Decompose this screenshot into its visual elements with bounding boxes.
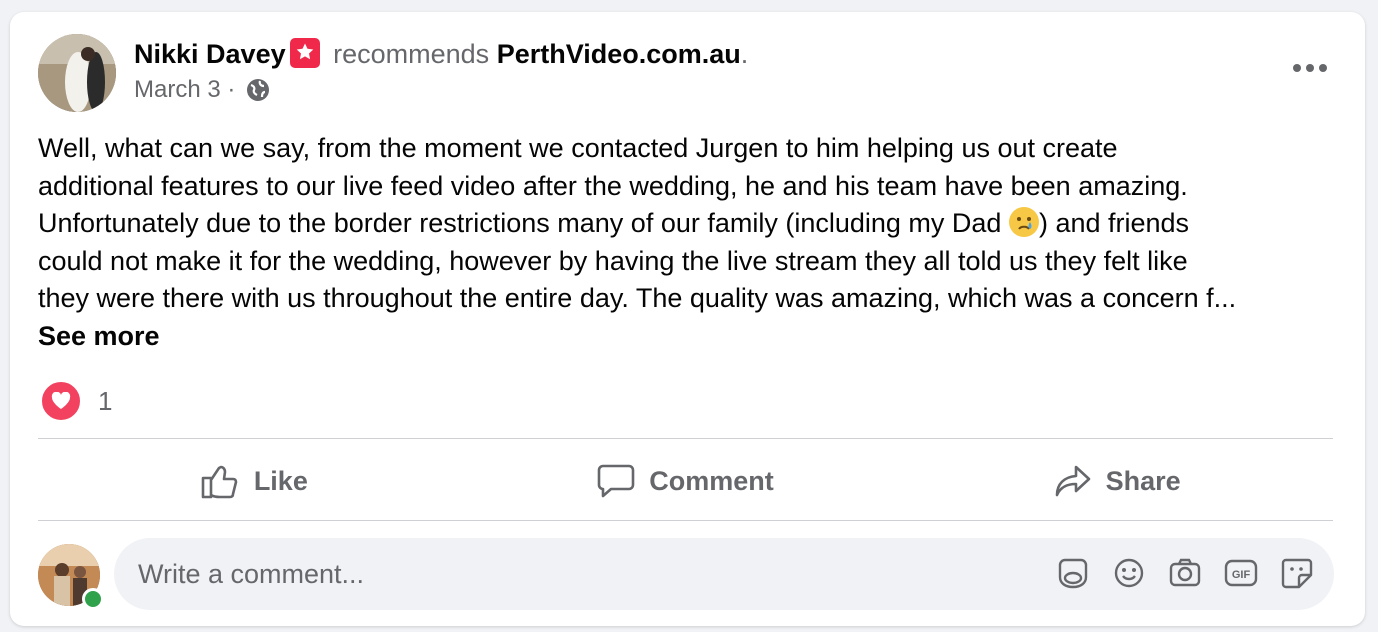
date-separator: · <box>220 76 243 103</box>
post-date[interactable]: March 3 <box>134 76 221 103</box>
thumbs-up-icon <box>201 465 238 499</box>
post-text-line: Unfortunately due to the border restrict… <box>38 205 1348 243</box>
period: . <box>740 39 749 69</box>
comment-label: Comment <box>649 465 774 496</box>
heart-reaction-icon <box>40 380 82 422</box>
like-label: Like <box>253 465 308 496</box>
online-status-indicator <box>82 588 104 610</box>
author-name[interactable]: Nikki Davey <box>134 39 286 69</box>
comment-icon <box>597 464 635 498</box>
like-button[interactable]: Like <box>38 442 470 520</box>
recommends-text: recommends <box>333 39 490 69</box>
post-meta: March 3 · <box>134 74 270 111</box>
avatar-photo <box>38 34 116 112</box>
sticker-icon[interactable] <box>1280 556 1314 590</box>
post-header: Nikki Davey recommends PerthVideo.com.au… <box>134 36 748 72</box>
post-text-line: additional features to our live feed vid… <box>38 170 1188 201</box>
post-text-line: could not make it for the wedding, howev… <box>38 245 1188 276</box>
avatar-sticker-icon[interactable] <box>1056 556 1090 590</box>
share-icon <box>1055 465 1090 497</box>
comment-tools: GIF <box>1056 556 1314 590</box>
divider <box>38 520 1333 521</box>
post-text-line: they were there with us throughout the e… <box>38 283 1237 313</box>
camera-icon[interactable] <box>1168 556 1202 590</box>
see-more-link[interactable]: See more <box>38 318 160 354</box>
author-avatar[interactable] <box>38 34 116 112</box>
post-card: Nikki Davey recommends PerthVideo.com.au… <box>10 12 1365 626</box>
svg-text:GIF: GIF <box>1232 569 1251 581</box>
comment-button[interactable]: Comment <box>470 442 902 520</box>
reaction-summary[interactable]: 1 <box>40 380 112 422</box>
post-text: Well, what can we say, from the moment w… <box>38 130 1348 318</box>
reaction-count: 1 <box>98 385 113 416</box>
gif-icon[interactable]: GIF <box>1224 556 1258 590</box>
post-text-segment: Unfortunately due to the border restrict… <box>38 208 1002 238</box>
divider <box>38 438 1333 439</box>
post-text-line: Well, what can we say, from the moment w… <box>38 133 1118 163</box>
post-text-segment: ) and friends <box>1038 208 1190 238</box>
share-button[interactable]: Share <box>901 442 1333 520</box>
action-bar: Like Comment Share <box>38 442 1333 520</box>
share-label: Share <box>1105 465 1181 496</box>
more-options-icon[interactable] <box>1293 64 1327 72</box>
star-badge-icon <box>289 38 320 68</box>
comment-placeholder: Write a comment... <box>138 559 365 589</box>
globe-icon[interactable] <box>246 78 270 111</box>
comment-input[interactable]: Write a comment... GIF <box>114 538 1334 610</box>
crying-face-emoji <box>1008 207 1039 237</box>
emoji-icon[interactable] <box>1112 556 1146 590</box>
page-link[interactable]: PerthVideo.com.au <box>497 39 741 69</box>
